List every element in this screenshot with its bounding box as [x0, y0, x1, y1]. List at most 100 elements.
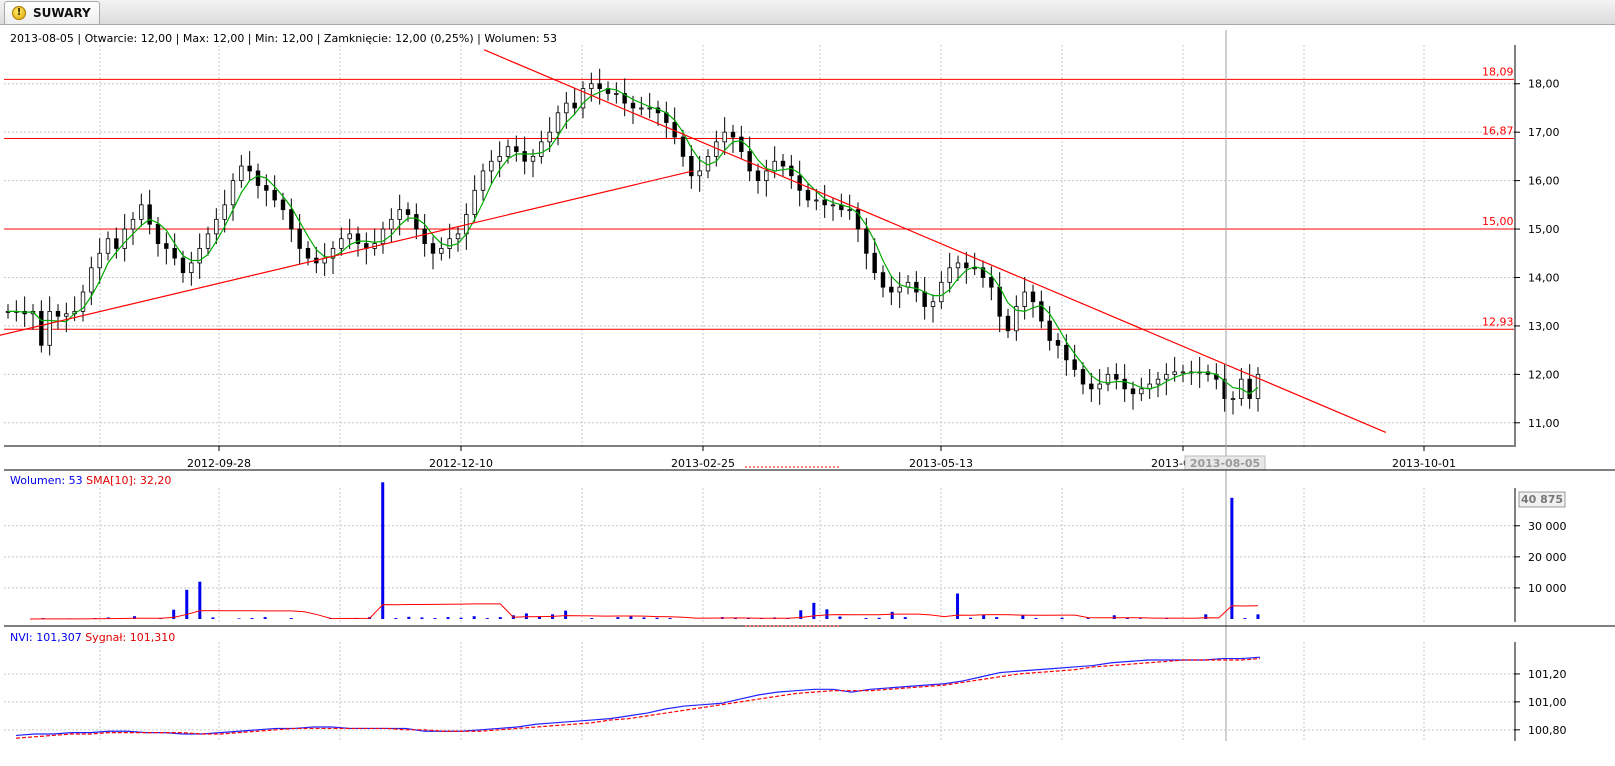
candle-body [155, 223, 161, 244]
candle-body [522, 151, 527, 162]
candle-body [64, 313, 69, 317]
volume-bar [1204, 614, 1208, 619]
candle-body [1022, 291, 1027, 307]
volume-bar [459, 617, 463, 619]
volume-bar [498, 617, 502, 619]
candle-body [1047, 320, 1052, 341]
candle-body [139, 204, 144, 220]
candle-body [689, 155, 694, 177]
candle-body [680, 136, 686, 157]
volume-bar [1086, 618, 1090, 619]
candle-body [539, 141, 544, 157]
candle-body [1005, 315, 1011, 332]
volume-bar [1230, 497, 1234, 619]
candle-body [455, 233, 461, 240]
candle-body [955, 262, 961, 269]
candle-body [847, 209, 852, 212]
y-tick-label-price: 13,00 [1528, 320, 1560, 333]
tab-suwary[interactable]: ! SUWARY [4, 1, 100, 24]
candle-body [47, 310, 52, 346]
y-tick-label-volume: 30 000 [1528, 520, 1567, 533]
candle-body [405, 209, 411, 215]
candle-body [1080, 369, 1086, 385]
volume-bar [1138, 618, 1142, 619]
volume-bar [446, 617, 450, 619]
candle-body [272, 189, 277, 201]
volume-bar [420, 617, 424, 619]
candle-body [439, 248, 444, 254]
candle-body [214, 218, 219, 235]
candle-body [389, 218, 394, 230]
candle-body [1155, 378, 1161, 385]
signal-line [15, 657, 1261, 739]
candle-body [480, 170, 486, 191]
chart-area[interactable]: 11,00 12,00 13,00 14,00 15,00 16,00 17,00 18,00… [0, 25, 1615, 766]
candle-body [864, 228, 869, 254]
volume-bar [1112, 615, 1116, 619]
volume-bar [655, 617, 659, 619]
candle-body [997, 286, 1002, 317]
y-tick-label-price: 12,00 [1528, 368, 1560, 381]
y-tick-label-price: 17,00 [1528, 126, 1560, 139]
nvi-info-line: NVI: 101,307 Sygnał: 101,310 [10, 631, 175, 644]
candle-body [922, 291, 927, 307]
candle-body [339, 238, 344, 249]
candle-body [189, 262, 194, 274]
candle-body [397, 209, 402, 220]
candle-body [805, 189, 811, 201]
volume-bar [995, 617, 999, 619]
candle-body [97, 252, 102, 269]
volume-bar [1256, 614, 1260, 619]
y-tick-label-price: 15,00 [1528, 223, 1560, 236]
trendline [483, 49, 1387, 434]
candle-body [1089, 383, 1094, 390]
candle-body [572, 102, 577, 109]
candle-body [930, 301, 936, 307]
candle-body [114, 238, 119, 249]
candle-body [547, 131, 552, 143]
candle-body [347, 233, 352, 240]
nvi-signal-label: Sygnał: 101,310 [85, 631, 176, 644]
volume-bar [890, 611, 894, 619]
y-tick-label-price: 18,00 [1528, 78, 1560, 91]
candle-body [205, 233, 211, 249]
volume-bar [198, 581, 202, 619]
candle-body [514, 146, 519, 152]
cursor-date-label: 2013-08-05 [1190, 457, 1260, 470]
volume-bar [250, 618, 254, 619]
candle-body [555, 112, 561, 133]
candle-body [89, 267, 94, 293]
candle-body [297, 228, 302, 249]
candle-body [430, 243, 436, 254]
candle-body [1114, 373, 1119, 380]
candle-body [1230, 398, 1236, 400]
tab-label: SUWARY [33, 6, 91, 20]
candle-body [130, 218, 136, 230]
volume-bar [590, 618, 594, 619]
volume-max-label: 40 875 [1521, 493, 1563, 506]
volume-bar [838, 616, 842, 619]
candle-body [964, 262, 969, 269]
candle-body [822, 199, 827, 206]
candle-body [872, 252, 877, 274]
y-tick-label-price: 16,00 [1528, 175, 1560, 188]
candle-body [889, 286, 894, 293]
x-tick-label: 2012-12-10 [429, 457, 493, 470]
candle-body [55, 310, 61, 317]
candle-body [264, 185, 269, 191]
volume-bar [668, 618, 672, 619]
candle-body [972, 267, 977, 270]
volume-bar [825, 609, 829, 619]
volume-bar [485, 618, 489, 619]
candle-body [730, 131, 736, 138]
candle-body [222, 204, 227, 220]
candle-body [172, 248, 177, 259]
nvi-label: NVI: 101,307 [10, 631, 82, 644]
candle-body [939, 281, 944, 303]
candle-body [764, 170, 769, 182]
candle-body [505, 146, 511, 157]
candle-body [647, 107, 652, 110]
candle-body [639, 107, 644, 110]
candle-body [789, 165, 794, 177]
candle-body [147, 204, 152, 225]
